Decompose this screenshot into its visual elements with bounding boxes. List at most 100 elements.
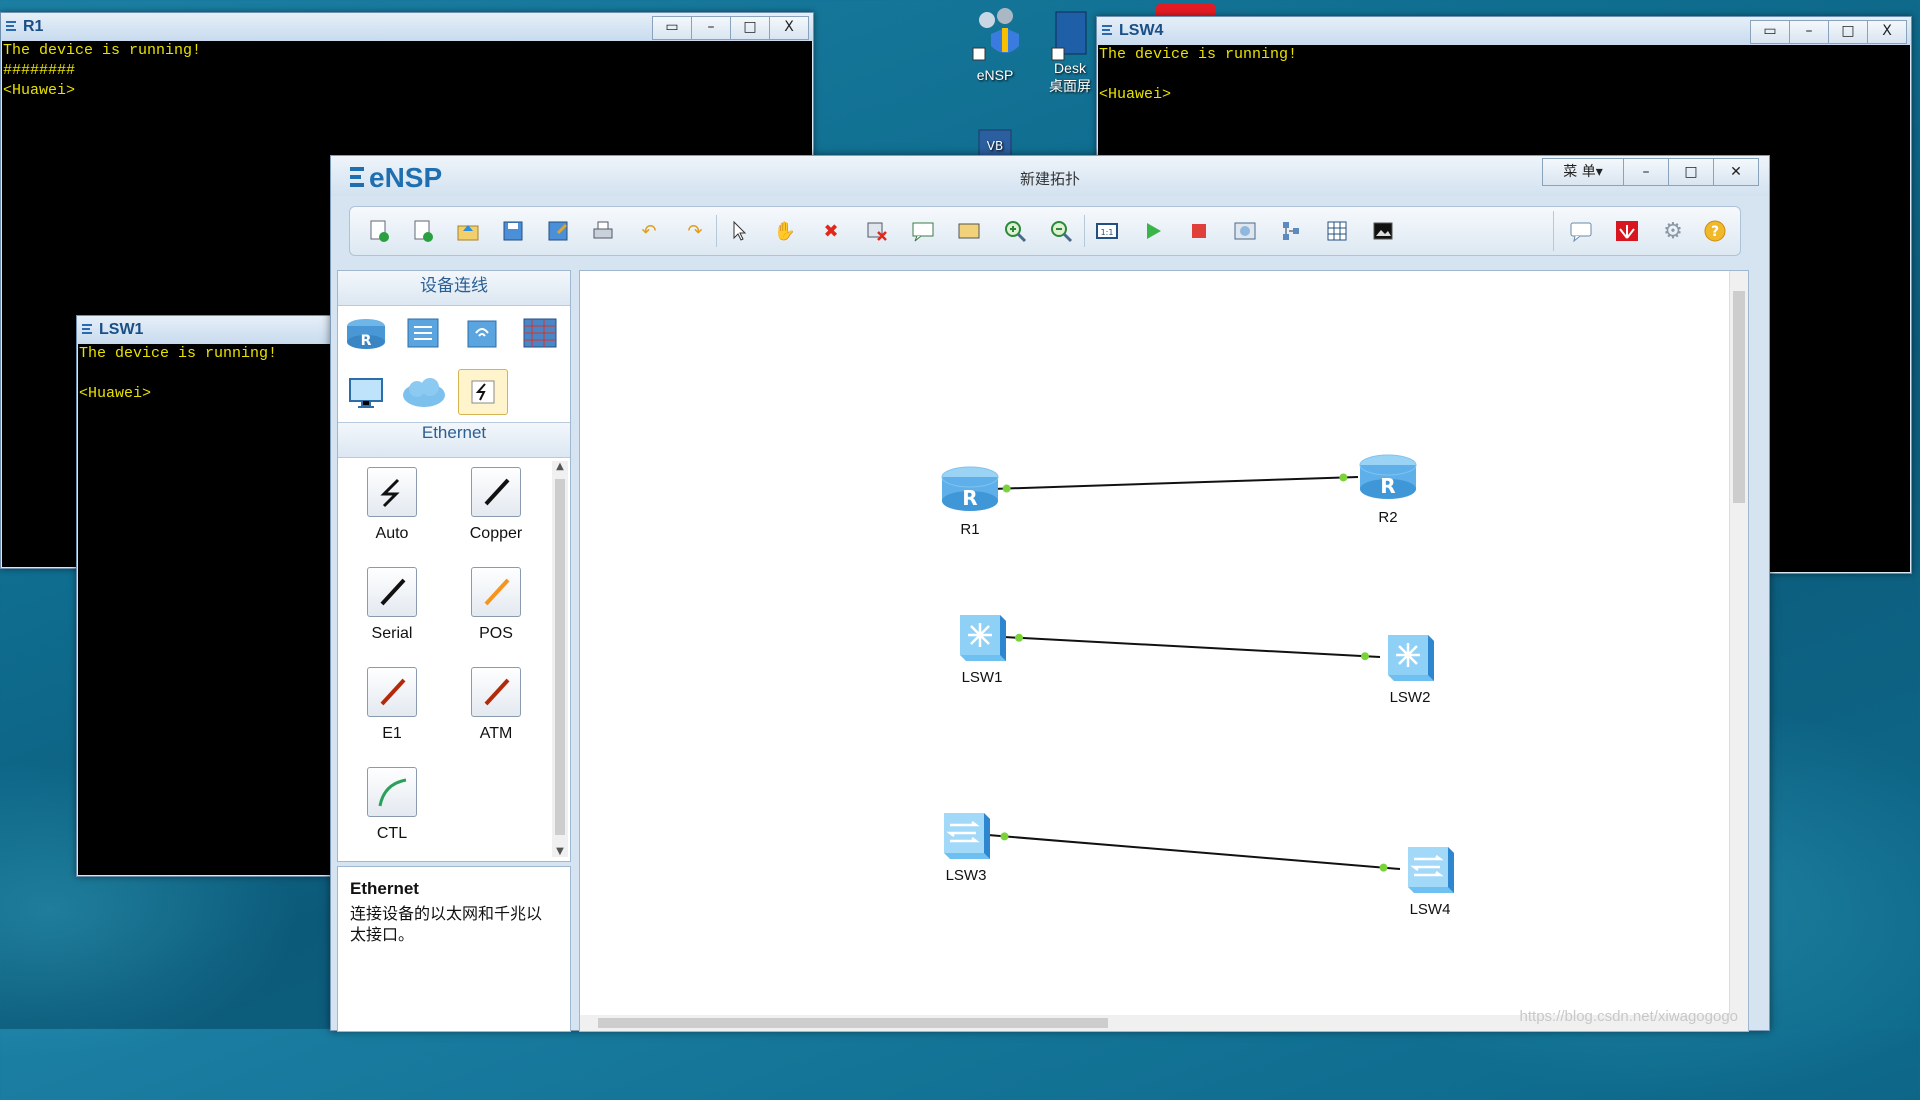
switch-icon[interactable] — [400, 311, 448, 355]
svg-text:R: R — [361, 333, 372, 349]
huawei-logo-icon[interactable] — [1614, 219, 1640, 243]
close-button[interactable]: X — [1868, 20, 1907, 44]
save-icon[interactable] — [500, 219, 526, 243]
panel-header: 设备连线 — [338, 271, 570, 306]
help-icon[interactable]: ? — [1702, 219, 1728, 243]
node-lsw1[interactable]: LSW1 — [952, 609, 1012, 686]
cable-item-copper[interactable]: Copper — [446, 467, 546, 543]
link-lsw3-lsw4[interactable] — [987, 834, 1401, 870]
canvas-vertical-scrollbar[interactable] — [1729, 271, 1748, 1031]
stop-icon[interactable] — [1186, 219, 1212, 243]
open-icon[interactable] — [455, 219, 481, 243]
desktop-icon-desk[interactable]: Desk 桌面屏 — [1040, 10, 1100, 95]
fit-icon[interactable]: 1:1 — [1094, 219, 1120, 243]
desktop-icon-ensp[interactable]: eNSP — [960, 6, 1030, 83]
screenshot-icon[interactable] — [1370, 219, 1396, 243]
device-panel: 设备连线 R Ethernet ▲ ▼ Auto Copper Serial POS E… — [337, 270, 571, 862]
pc-icon[interactable] — [342, 371, 390, 415]
text-note-icon[interactable] — [910, 219, 936, 243]
svg-text:1:1: 1:1 — [1101, 228, 1114, 237]
rectangle-icon[interactable] — [956, 219, 982, 243]
node-lsw2[interactable]: LSW2 — [1380, 629, 1440, 706]
restore-button[interactable]: ▭ — [1750, 20, 1790, 44]
new-blank-icon[interactable] — [410, 219, 436, 243]
cable-icon[interactable] — [458, 369, 508, 415]
canvas-hscroll-thumb[interactable] — [598, 1018, 1108, 1028]
desktop-icon-label: eNSP — [976, 67, 1014, 83]
restore-button[interactable]: ▭ — [652, 16, 692, 40]
menu-button[interactable]: 菜 单▾ — [1542, 158, 1624, 186]
toolbar-separator — [1084, 215, 1085, 247]
toolbar-right-group: ⚙ ? — [1553, 211, 1734, 251]
description-box: Ethernet 连接设备的以太网和千兆以太接口。 — [337, 866, 571, 1032]
console-titlebar[interactable]: R1 ▭ – □ X — [1, 13, 813, 41]
ensp-app-icon — [82, 324, 92, 334]
firewall-icon[interactable] — [516, 311, 564, 355]
topology-icon[interactable] — [1278, 219, 1304, 243]
monitor-icon — [1051, 11, 1087, 61]
maximize-button[interactable]: □ — [731, 16, 770, 40]
console-line: The device is running! — [3, 42, 202, 59]
node-lsw4[interactable]: LSW4 — [1400, 841, 1460, 918]
node-lsw3[interactable]: LSW3 — [936, 807, 996, 884]
panel-scrollbar[interactable]: ▲ ▼ — [552, 461, 568, 857]
settings-icon[interactable]: ⚙ — [1660, 219, 1686, 244]
cable-item-ctl[interactable]: CTL — [342, 767, 442, 843]
close-button[interactable]: ✕ — [1714, 158, 1759, 186]
svg-text:?: ? — [1711, 224, 1719, 240]
console-title: R1 — [23, 18, 44, 35]
zoom-out-icon[interactable] — [1048, 219, 1074, 243]
cable-item-atm[interactable]: ATM — [446, 667, 546, 743]
ctl-cable-icon — [367, 767, 417, 817]
topology-canvas[interactable]: R R1 R R2 LSW1 LSW2 LSW3 LSW4 https://blog.csdn… — [579, 270, 1749, 1032]
console-line: ######## — [3, 62, 76, 79]
undo-icon[interactable]: ↶ — [636, 219, 662, 243]
redo-icon[interactable]: ↷ — [682, 219, 708, 243]
print-icon[interactable] — [590, 219, 616, 243]
scroll-down-icon[interactable]: ▼ — [552, 846, 568, 857]
cloud-icon[interactable] — [400, 371, 448, 415]
start-icon[interactable] — [1140, 219, 1166, 243]
pan-hand-icon[interactable]: ✋ — [772, 219, 798, 243]
console-titlebar[interactable]: LSW4 ▭ – □ X — [1097, 17, 1911, 45]
link-r1-r2[interactable] — [991, 476, 1359, 490]
minimize-button[interactable]: – — [692, 16, 731, 40]
node-r2[interactable]: R R2 — [1358, 449, 1418, 526]
port-dot — [1360, 652, 1369, 661]
cable-label: ATM — [479, 725, 513, 742]
console-line: <Huawei> — [1099, 86, 1172, 103]
desktop-icon-label: 桌面屏 — [1049, 78, 1091, 94]
serial-cable-icon — [367, 567, 417, 617]
delete-icon[interactable]: ✖ — [818, 219, 844, 243]
cable-item-pos[interactable]: POS — [446, 567, 546, 643]
save-as-icon[interactable] — [545, 219, 571, 243]
panel-scroll-thumb[interactable] — [555, 479, 565, 835]
maximize-button[interactable]: □ — [1669, 158, 1714, 186]
ensp-titlebar[interactable]: eNSP 新建拓扑 菜 单▾ – □ ✕ — [331, 156, 1769, 196]
new-topology-icon[interactable] — [366, 219, 392, 243]
node-label: R1 — [960, 521, 980, 538]
cable-item-e1[interactable]: E1 — [342, 667, 442, 743]
select-icon[interactable] — [726, 219, 752, 243]
capture-icon[interactable] — [1232, 219, 1258, 243]
wlan-icon[interactable] — [458, 311, 506, 355]
node-r1[interactable]: R R1 — [940, 461, 1000, 538]
zoom-in-icon[interactable] — [1002, 219, 1028, 243]
link-layer — [987, 473, 1401, 872]
minimize-button[interactable]: – — [1790, 20, 1829, 44]
ensp-main-window[interactable]: eNSP 新建拓扑 菜 单▾ – □ ✕ ↶ ↷ ✋ ✖ 1:1 ⚙ ? 设备连… — [330, 155, 1770, 1032]
scroll-up-icon[interactable]: ▲ — [552, 461, 568, 472]
delete-link-icon[interactable] — [864, 219, 890, 243]
canvas-scroll-thumb[interactable] — [1733, 291, 1745, 503]
minimize-button[interactable]: – — [1624, 158, 1669, 186]
router-icon[interactable]: R — [342, 311, 390, 355]
maximize-button[interactable]: □ — [1829, 20, 1868, 44]
port-dot — [1000, 832, 1009, 841]
link-lsw1-lsw2[interactable] — [1003, 636, 1381, 658]
chat-icon[interactable] — [1568, 219, 1594, 243]
cable-item-serial[interactable]: Serial — [342, 567, 442, 643]
close-button[interactable]: X — [770, 16, 809, 40]
grid-icon[interactable] — [1324, 219, 1350, 243]
cable-item-auto[interactable]: Auto — [342, 467, 442, 543]
